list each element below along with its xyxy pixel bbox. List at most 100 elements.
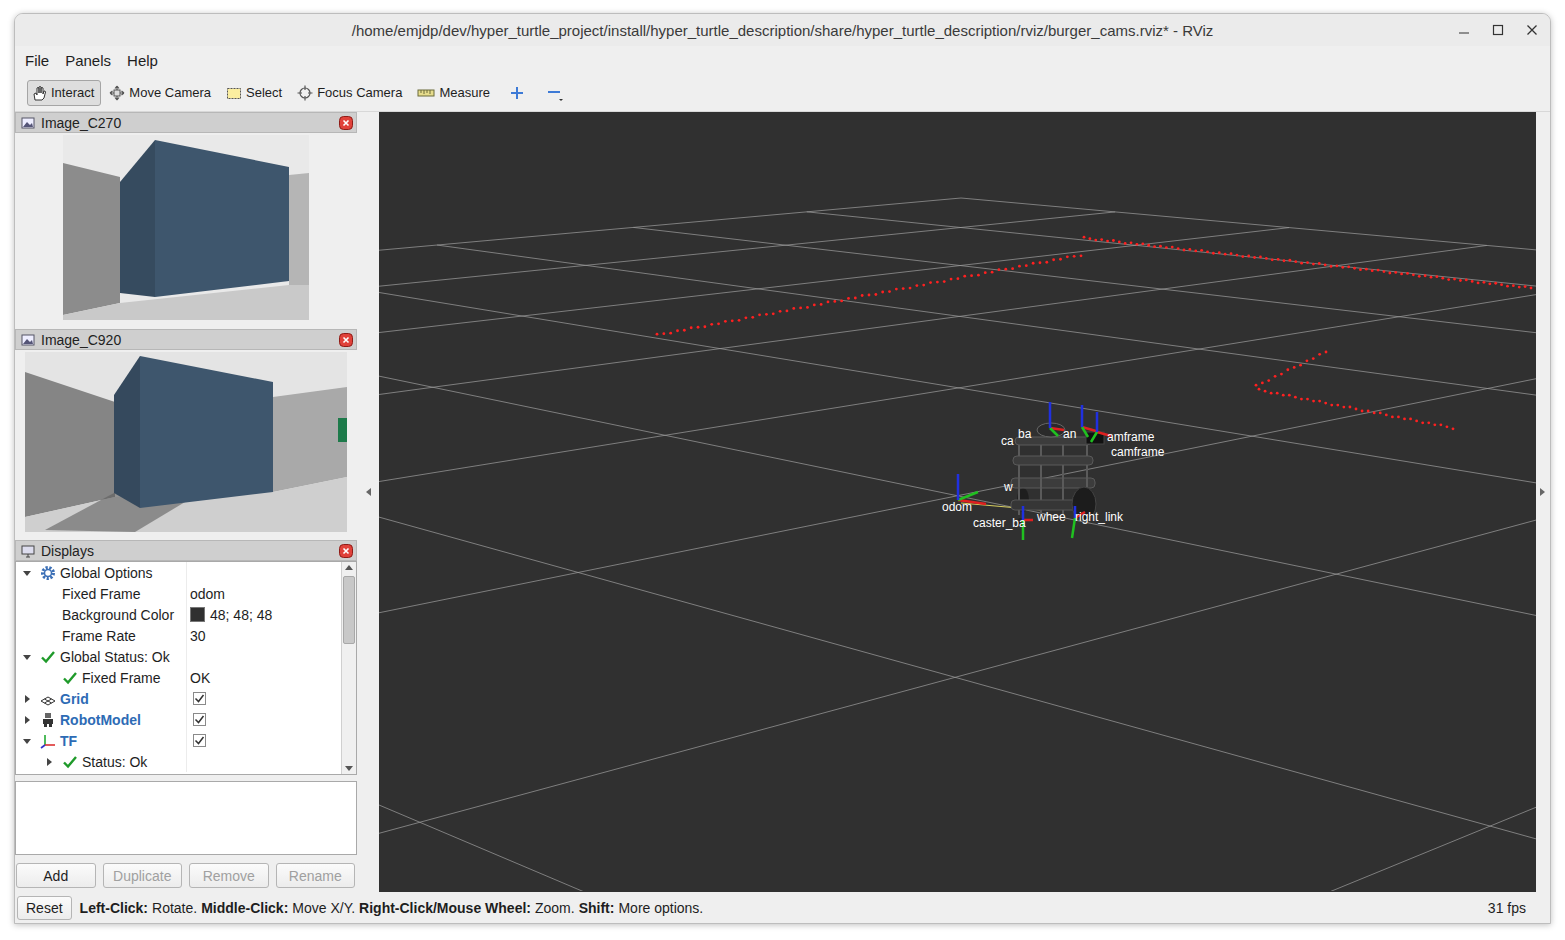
tree-row[interactable]: Fixed Frame OK [16,667,341,688]
laser-point [662,332,665,335]
laser-point [779,310,782,313]
tool-button[interactable]: Select [222,80,289,106]
menu-item[interactable]: Help [119,50,166,71]
laser-point [1306,261,1309,264]
laser-point [1083,236,1086,239]
panel-header[interactable]: Image_C270 [15,112,357,133]
laser-point [656,333,659,336]
laser-point [1446,425,1449,428]
scene[interactable]: cabaanamframecamframewodomcaster_bawheer… [379,112,1536,891]
laser-point [738,319,741,322]
tool-button[interactable]: Interact [27,80,101,106]
laser-point [1421,421,1424,424]
laser-point [1171,246,1174,249]
tree-row[interactable]: Status: Ok [16,751,341,772]
laser-point [1435,275,1438,278]
display-button[interactable]: Add [16,863,96,888]
laser-point [1294,260,1297,263]
close-icon [339,544,353,558]
tree-row[interactable]: Global Status: Ok [16,646,341,667]
tf-axes [1082,405,1096,437]
panel-close-button[interactable] [339,333,353,347]
remove-tool-button[interactable] [537,80,573,106]
laser-point [1052,258,1055,261]
select-icon [226,85,242,101]
scroll-thumb[interactable] [343,576,355,644]
tree-row[interactable]: Fixed Frame odom [16,583,341,604]
laser-point [936,281,939,284]
collapsed-arrow-icon[interactable] [44,757,54,767]
laser-point [1264,390,1267,393]
expanded-arrow-icon[interactable] [22,736,32,746]
laser-point [1403,418,1406,421]
laser-point [1177,247,1180,250]
laser-point [683,329,686,332]
display-button[interactable]: Rename [276,863,356,888]
laser-point [1159,245,1162,248]
dock-splitter[interactable] [357,92,379,892]
collapsed-arrow-icon[interactable] [22,694,32,704]
3d-view[interactable]: cabaanamframecamframewodomcaster_bawheer… [379,112,1536,892]
checkbox[interactable] [193,692,206,705]
expanded-arrow-icon[interactable] [22,652,32,662]
laser-point [1312,263,1315,266]
maximize-button[interactable] [1486,18,1510,42]
panel-header[interactable]: Displays [15,540,357,561]
laser-point [1294,396,1297,399]
menu-item[interactable]: File [17,50,57,71]
tool-button[interactable]: Measure [413,80,497,106]
tree-row[interactable]: Grid [16,688,341,709]
grid-line [437,245,1536,838]
tree-row[interactable]: Background Color 48; 48; 48 [16,604,341,625]
collapsed-arrow-icon[interactable] [22,715,32,725]
display-button[interactable]: Duplicate [103,863,183,888]
menu-item[interactable]: Panels [57,50,119,71]
laser-point [1361,410,1364,413]
display-button[interactable]: Remove [189,863,269,888]
laser-point [1318,353,1321,356]
panel-close-button[interactable] [339,116,353,130]
collapse-left-icon[interactable] [364,487,372,497]
laser-point [1465,279,1468,282]
tool-button[interactable]: Move Camera [105,80,218,106]
laser-point [1388,272,1391,275]
right-splitter[interactable] [1536,92,1550,892]
tree-row[interactable]: RobotModel [16,709,341,730]
minimize-button[interactable] [1452,18,1476,42]
expanded-arrow-icon[interactable] [22,568,32,578]
robot-icon [40,712,56,728]
laser-point [909,287,912,290]
laser-point [1483,281,1486,284]
laser-point [1271,258,1274,261]
laser-point [1488,282,1491,285]
scroll-down-icon[interactable] [343,762,355,774]
laser-point [1094,239,1097,242]
tree-row[interactable]: Frame Rate 30 [16,625,341,646]
panel-header[interactable]: Image_C920 [15,329,357,350]
status-bar: Reset Left-Click:Rotate.Middle-Click:Mov… [15,892,1550,923]
color-swatch[interactable] [190,607,205,622]
reset-button[interactable]: Reset [17,896,72,920]
window-controls [1213,18,1550,42]
image-icon [21,116,35,130]
expand-right-icon[interactable] [1539,487,1547,497]
add-tool-button[interactable] [501,80,533,106]
close-button[interactable] [1520,18,1544,42]
grid-line [379,347,1536,891]
tf-frame-label: an [1063,427,1076,441]
checkbox[interactable] [193,713,206,726]
tree-row[interactable]: TF [16,730,341,751]
checkbox[interactable] [193,734,206,747]
laser-point [1530,287,1533,290]
laser-point [957,277,960,280]
scrollbar[interactable] [341,562,356,774]
laser-point [1073,255,1076,258]
tree-row[interactable]: Global Options [16,562,341,583]
laser-point [1039,261,1042,264]
laser-point [991,271,994,274]
grid-icon [40,691,56,707]
tool-button[interactable]: Focus Camera [293,80,409,106]
scroll-up-icon[interactable] [343,562,355,574]
panel-close-button[interactable] [339,544,353,558]
laser-point [1424,274,1427,277]
